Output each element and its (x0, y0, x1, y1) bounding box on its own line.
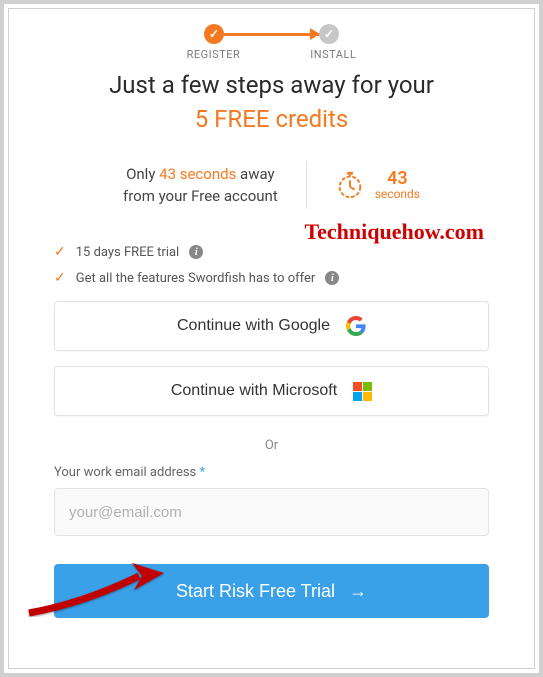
timer-text: Only 43 seconds away from your Free acco… (123, 163, 278, 208)
arrow-right-icon: → (349, 581, 367, 602)
continue-microsoft-button[interactable]: Continue with Microsoft (54, 366, 489, 416)
email-label: Your work email address * (54, 465, 489, 480)
feature-text: Get all the features Swordfish has to of… (76, 271, 316, 286)
timer-row: Only 43 seconds away from your Free acco… (54, 161, 489, 209)
oauth-label: Continue with Microsoft (171, 382, 337, 400)
headline: Just a few steps away for your (54, 71, 489, 99)
feature-item: ✓ Get all the features Swordfish has to … (54, 270, 489, 286)
start-trial-button[interactable]: Start Risk Free Trial → (54, 564, 489, 618)
countdown-block: 43 seconds (335, 170, 420, 200)
continue-google-button[interactable]: Continue with Google (54, 301, 489, 351)
feature-item: ✓ 15 days FREE trial i (54, 244, 489, 260)
step-label-register: REGISTER (187, 48, 241, 61)
signup-card: ✓ ✓ REGISTER INSTALL Just a few steps aw… (8, 8, 535, 669)
step-labels: REGISTER INSTALL (54, 48, 489, 61)
email-input[interactable] (54, 488, 489, 536)
microsoft-icon (353, 382, 372, 401)
or-separator: Or (54, 438, 489, 453)
check-icon: ✓ (54, 244, 66, 260)
progress-stepper: ✓ ✓ (54, 24, 489, 44)
vertical-divider (306, 161, 307, 209)
subheadline: 5 FREE credits (54, 105, 489, 133)
feature-text: 15 days FREE trial (76, 245, 179, 260)
step-install-circle: ✓ (319, 24, 339, 44)
info-icon[interactable]: i (189, 245, 203, 259)
info-icon[interactable]: i (325, 271, 339, 285)
outer-frame: ✓ ✓ REGISTER INSTALL Just a few steps aw… (0, 0, 543, 677)
google-icon (346, 316, 366, 336)
watermark-overlay: Techniquehow.com (304, 219, 484, 245)
step-progress-line (224, 33, 319, 36)
oauth-label: Continue with Google (177, 317, 330, 335)
cta-label: Start Risk Free Trial (176, 581, 335, 602)
check-icon: ✓ (54, 270, 66, 286)
step-label-install: INSTALL (310, 48, 356, 61)
feature-list: ✓ 15 days FREE trial i ✓ Get all the fea… (54, 244, 489, 286)
countdown-value: 43 seconds (375, 170, 420, 200)
step-register-circle: ✓ (204, 24, 224, 44)
stopwatch-icon (335, 170, 365, 200)
